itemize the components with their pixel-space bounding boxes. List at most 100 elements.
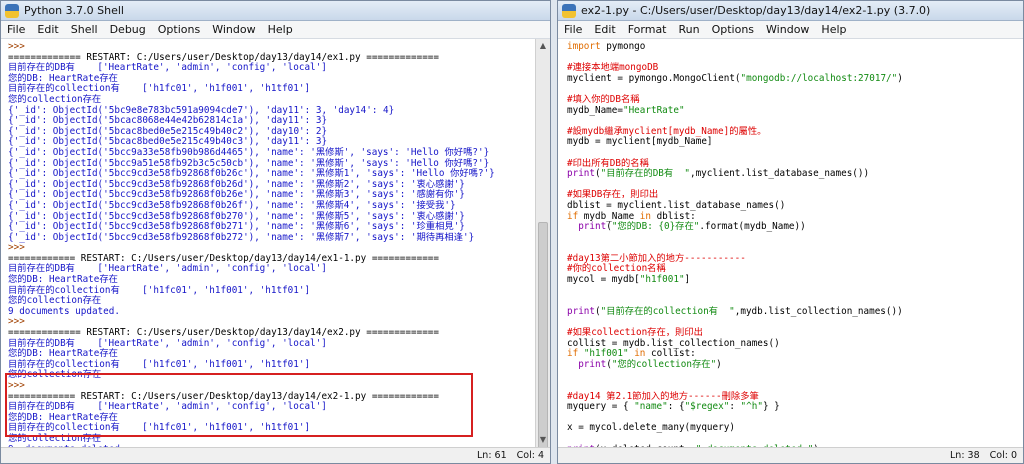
code-line: import pymongo (567, 41, 1023, 53)
editor-menu-run[interactable]: Run (673, 23, 706, 36)
code-token: print (578, 221, 607, 233)
code-token: "$regex" (684, 401, 730, 413)
code-token: print (567, 305, 595, 317)
code-token: if (567, 210, 579, 222)
code-token: collist: (645, 348, 696, 360)
editor-menu-edit[interactable]: Edit (588, 23, 621, 36)
shell-menu-shell[interactable]: Shell (65, 23, 104, 36)
code-line: mydb_Name="HeartRate" (567, 104, 1023, 117)
code-token: #如果DB存在，則印出 (567, 189, 659, 201)
code-token: #設mydb繼承myclient[mydb_Name]的屬性。 (567, 125, 767, 137)
code-token: } } (762, 401, 780, 413)
code-token: mydb = myclient[mydb_Name] (567, 136, 713, 148)
code-token: ,mydb.list_collection_names()) (734, 305, 903, 317)
code-token: x = mycol.delete_many(myquery) (567, 422, 735, 434)
scroll-down-arrow-icon[interactable]: ▼ (536, 433, 550, 447)
editor-titlebar[interactable]: ex2-1.py - C:/Users/user/Desktop/day13/d… (558, 1, 1023, 21)
shell-menu-edit[interactable]: Edit (31, 23, 64, 36)
shell-status-col: Col: 4 (516, 450, 544, 461)
shell-output-area[interactable]: >>> ============= RESTART: C:/Users/user/… (1, 39, 535, 447)
editor-status-line: Ln: 38 (950, 450, 980, 461)
code-line: print("目前存在的collection有 ",mydb.list_coll… (567, 305, 1023, 318)
shell-menu-help[interactable]: Help (262, 23, 299, 36)
code-token: "h1f001" (639, 274, 685, 286)
shell-menu-file[interactable]: File (1, 23, 31, 36)
shell-line: {'_id': ObjectId('5bcc9cd3e58fb92868f0b2… (8, 199, 456, 211)
shell-menu-window[interactable]: Window (206, 23, 261, 36)
editor-menu-window[interactable]: Window (760, 23, 815, 36)
code-token: print (578, 358, 607, 370)
code-token: pymongo (600, 41, 646, 52)
code-token: mydb_Name (578, 210, 640, 222)
code-token: #你的collection名稱 (567, 263, 666, 275)
code-token: import (567, 41, 601, 52)
code-token: in (639, 210, 651, 222)
shell-status-line: Ln: 61 (477, 450, 507, 461)
shell-title: Python 3.7.0 Shell (24, 4, 124, 17)
shell-line: {'_id': ObjectId('5bcc9cd3e58fb92868f0b2… (8, 231, 475, 243)
shell-line: 9 documents updated. (8, 305, 120, 317)
code-token: .format(mydb_Name)) (699, 221, 806, 233)
editor-menu-options[interactable]: Options (706, 23, 760, 36)
shell-menubar: File Edit Shell Debug Options Window Hel… (1, 21, 550, 39)
code-token: ,myclient.list_database_names()) (689, 168, 870, 180)
scroll-thumb[interactable] (538, 222, 548, 459)
python-icon (562, 3, 576, 18)
python-shell-window: Python 3.7.0 Shell File Edit Shell Debug… (0, 0, 551, 464)
editor-window: ex2-1.py - C:/Users/user/Desktop/day13/d… (557, 0, 1024, 464)
code-token: "h1f001" (583, 348, 629, 360)
code-line: myclient = pymongo.MongoClient("mongodb:… (567, 72, 1023, 85)
code-token: "目前存在的collection有 " (600, 305, 735, 317)
scroll-up-arrow-icon[interactable]: ▲ (536, 39, 550, 53)
editor-menu-help[interactable]: Help (815, 23, 852, 36)
code-line: mycol = mydb["h1f001"] (567, 274, 1023, 286)
code-line: print("您的collection存在") (567, 358, 1023, 371)
code-token: if (567, 348, 579, 360)
code-token: "mongodb://localhost:27017/" (740, 72, 898, 84)
code-line: x = mycol.delete_many(myquery) (567, 423, 1023, 434)
code-token: "您的DB: {0}存在" (611, 221, 700, 233)
shell-line: >>> (8, 380, 25, 391)
shell-line: 您的collection存在 (8, 369, 102, 381)
code-token: ] (684, 274, 691, 286)
code-token: #印出所有DB的名稱 (567, 157, 649, 169)
code-line: myquery = { "name": {"$regex": "^h"} } (567, 401, 1023, 413)
shell-line: 您的collection存在 (8, 432, 102, 444)
code-token: dblist: (650, 210, 696, 222)
code-token: myclient = pymongo.MongoClient( (567, 72, 741, 84)
code-editor-area[interactable]: import pymongo #連接本地端mongoDB myclient = py… (558, 39, 1023, 447)
shell-titlebar[interactable]: Python 3.7.0 Shell (1, 1, 550, 21)
shell-scrollbar[interactable]: ▲ ▼ (535, 39, 550, 459)
code-token: mycol = mydb[ (567, 274, 640, 286)
code-token: dblist = myclient.list_database_names() (567, 199, 786, 211)
code-token: #填入你的DB名稱 (567, 93, 640, 105)
editor-menubar: File Edit Format Run Options Window Help (558, 21, 1023, 39)
editor-menu-format[interactable]: Format (622, 23, 673, 36)
code-token: #day14 第2.1節加入的地方------刪除多筆 (567, 390, 759, 402)
code-token: in (634, 348, 646, 360)
code-token: "^h" (740, 401, 763, 413)
editor-menu-file[interactable]: File (558, 23, 588, 36)
python-icon (5, 3, 19, 18)
code-token: "name" (634, 401, 668, 413)
code-token: myquery = { (567, 401, 635, 413)
editor-title: ex2-1.py - C:/Users/user/Desktop/day13/d… (581, 4, 931, 17)
code-token: : (729, 401, 741, 413)
code-token: #連接本地端mongoDB (567, 62, 659, 74)
code-token: "HeartRate" (622, 104, 685, 116)
code-token: "目前存在的DB有 " (600, 168, 690, 180)
shell-menu-options[interactable]: Options (152, 23, 206, 36)
editor-statusbar: Ln: 38 Col: 0 (558, 447, 1023, 463)
code-token: ) (716, 358, 722, 370)
shell-menu-debug[interactable]: Debug (104, 23, 152, 36)
shell-line: >>> (8, 41, 25, 52)
shell-line: 您的collection存在 (8, 93, 102, 105)
code-token: mydb_Name= (567, 104, 623, 116)
shell-line: {'_id': ObjectId('5bcc9a33e58fb90b986d44… (8, 146, 490, 158)
code-line: print("您的DB: {0}存在".format(mydb_Name)) (567, 221, 1023, 233)
